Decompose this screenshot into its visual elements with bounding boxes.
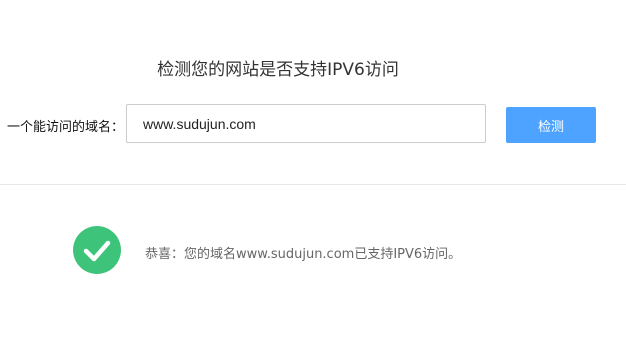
- check-button[interactable]: 检测: [506, 107, 596, 143]
- page-title: 检测您的网站是否支持IPV6访问: [157, 60, 399, 80]
- domain-input[interactable]: [126, 104, 486, 143]
- domain-label: 一个能访问的域名：: [6, 120, 124, 135]
- check-circle-icon: [73, 226, 121, 274]
- result-message: 恭喜：您的域名www.sudujun.com已支持IPV6访问。: [145, 247, 462, 262]
- ipv6-check-page: 检测您的网站是否支持IPV6访问 一个能访问的域名： 检测 恭喜：您的域名www…: [0, 0, 626, 358]
- divider: [0, 184, 626, 185]
